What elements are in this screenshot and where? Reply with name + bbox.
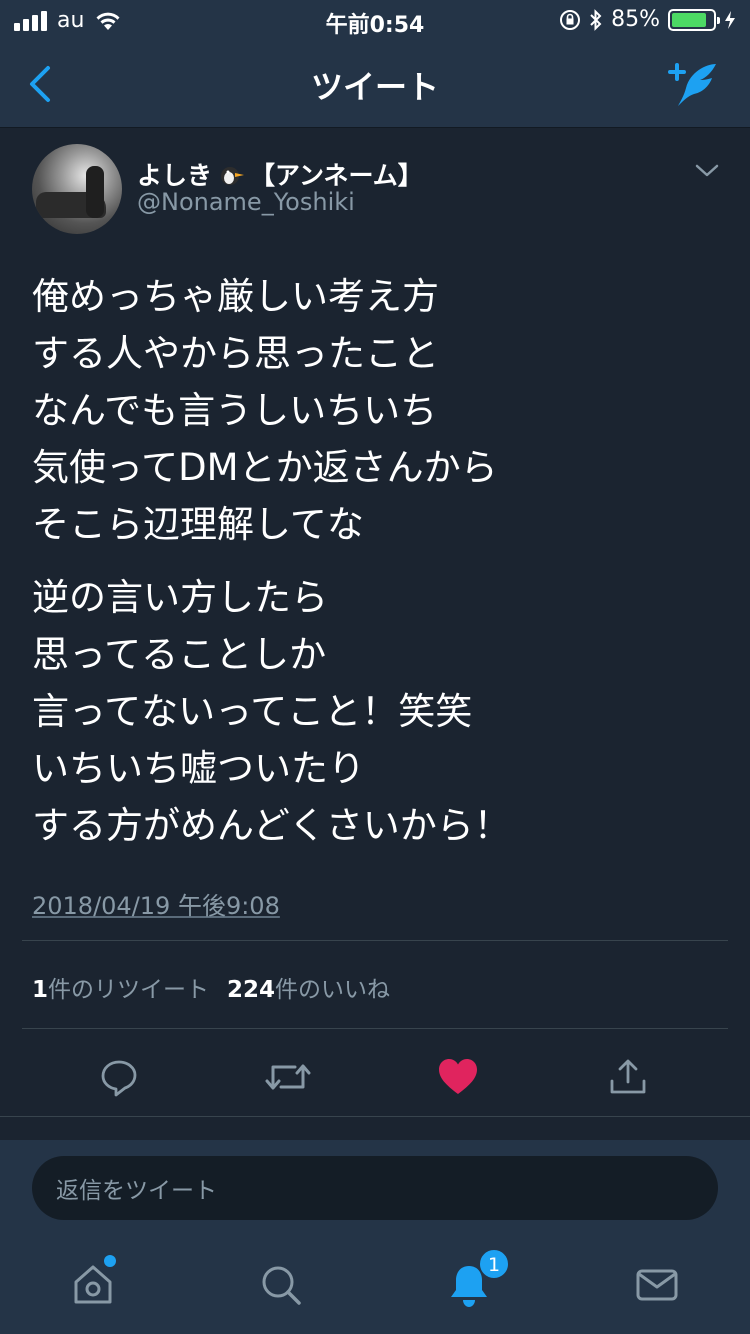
home-new-indicator (104, 1255, 116, 1267)
reply-placeholder: 返信をツイート (56, 1178, 217, 1204)
messages-icon (636, 1269, 678, 1301)
battery-percent: 85% (611, 7, 660, 32)
divider (22, 1028, 728, 1029)
display-name[interactable]: よしき 【アンネーム】 (137, 156, 423, 192)
status-bar: au 午前0:54 85% (0, 0, 750, 40)
tweet-detail-screen: au 午前0:54 85% ツイート よしき 【アンネーム】 @Noname_Y… (0, 0, 750, 1334)
retweet-button[interactable] (265, 1054, 311, 1100)
retweet-label: 件のリツイート (48, 977, 210, 1003)
orientation-lock-icon (560, 9, 581, 30)
tweet-text: 俺めっちゃ厳しい考え方 する人やから思ったこと なんでも言うしいちいち 気使って… (32, 268, 722, 854)
charging-icon (725, 10, 735, 29)
page-title: ツイート (310, 68, 439, 106)
reply-bar: 返信をツイート (0, 1140, 750, 1240)
tweet-paragraph: 逆の言い方したら 思ってることしか 言ってないってこと！笑笑 いちいち嘘ついたり… (32, 576, 511, 847)
battery-level (672, 12, 706, 27)
display-name-text: よしき (137, 161, 213, 190)
status-right: 85% (559, 7, 736, 32)
tweet-paragraph: 俺めっちゃ厳しい考え方 する人やから思ったこと なんでも言うしいちいち 気使って… (32, 275, 498, 546)
home-icon (74, 1265, 112, 1304)
chevron-down-icon[interactable] (694, 160, 720, 180)
tab-messages[interactable] (632, 1260, 682, 1310)
display-name-suffix: 【アンネーム】 (250, 161, 423, 190)
tweet-timestamp[interactable]: 2018/04/19 午後9:08 (32, 886, 280, 921)
tab-bar: 1 (0, 1240, 750, 1334)
search-icon (262, 1266, 301, 1305)
like-label: 件のいいね (275, 977, 391, 1003)
penguin-emoji-icon (221, 167, 245, 185)
share-icon (610, 1059, 646, 1094)
notification-badge: 1 (478, 1248, 510, 1280)
navigation-bar: ツイート (0, 40, 750, 128)
reply-button[interactable] (96, 1054, 142, 1100)
like-button[interactable] (435, 1054, 481, 1100)
share-button[interactable] (605, 1054, 651, 1100)
retweet-stat[interactable]: 1件のリツイート (32, 970, 209, 1004)
tab-search[interactable] (256, 1260, 306, 1310)
like-count: 224 (227, 977, 276, 1003)
tab-home[interactable] (68, 1260, 118, 1310)
reply-input[interactable]: 返信をツイート (32, 1156, 718, 1220)
tweet-stats: 1件のリツイート 224件のいいね (32, 970, 390, 1004)
tweet-actions (0, 1040, 750, 1116)
divider (0, 1116, 750, 1117)
retweet-count: 1 (32, 977, 49, 1003)
bluetooth-icon (590, 8, 602, 31)
battery-icon (668, 8, 720, 31)
avatar[interactable] (32, 144, 122, 234)
divider (22, 940, 728, 941)
compose-tweet-icon[interactable] (666, 58, 722, 110)
heart-icon (439, 1059, 477, 1094)
reply-icon (101, 1060, 137, 1097)
like-stat[interactable]: 224件のいいね (227, 970, 390, 1004)
user-handle[interactable]: @Noname_Yoshiki (137, 188, 355, 216)
retweet-icon (265, 1064, 311, 1090)
